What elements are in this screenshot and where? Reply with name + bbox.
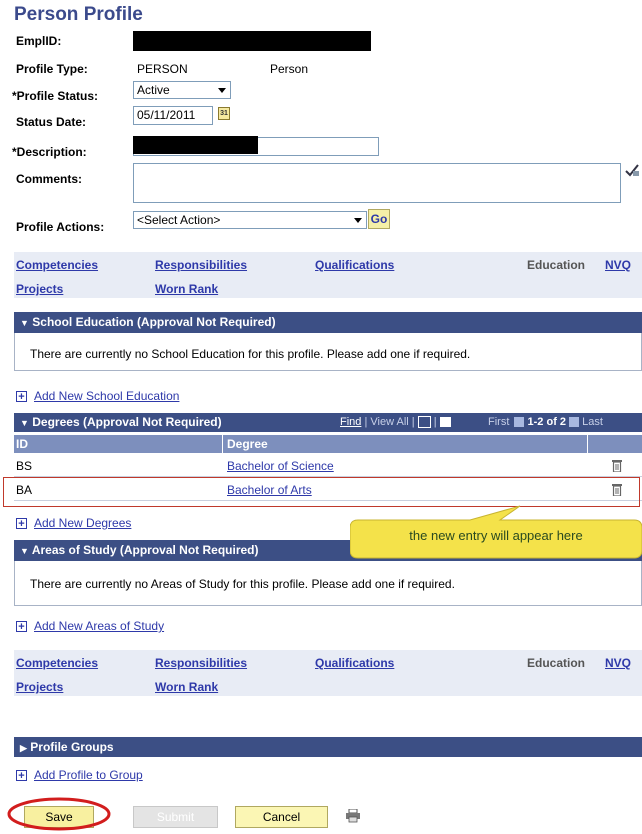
profile-status-select[interactable]: Active: [133, 81, 231, 99]
profile-groups-header[interactable]: ▶ Profile Groups: [14, 737, 642, 757]
profile-actions-label: Profile Actions:: [16, 220, 105, 234]
view-all-link[interactable]: View All: [370, 416, 408, 428]
download-icon[interactable]: [417, 416, 431, 429]
degrees-column-header: [14, 435, 642, 453]
add-degrees-link[interactable]: Add New Degrees: [34, 516, 131, 530]
range-text: 1-2 of 2: [527, 416, 567, 428]
profile-actions-value: <Select Action>: [137, 213, 221, 227]
profile-type-code: PERSON: [137, 62, 188, 76]
link-qualifications[interactable]: Qualifications: [315, 258, 394, 272]
add-icon[interactable]: +: [16, 518, 27, 530]
description-label: *Description:: [12, 145, 87, 159]
submit-button[interactable]: Submit: [133, 806, 218, 828]
emplid-label: EmplID:: [16, 34, 62, 48]
school-education-title: School Education (Approval Not Required): [32, 315, 276, 329]
row-degree-link[interactable]: Bachelor of Science: [227, 455, 334, 477]
link-qualifications[interactable]: Qualifications: [315, 656, 394, 670]
first-link[interactable]: First: [488, 416, 509, 428]
link-nvq[interactable]: NVQ: [605, 656, 631, 670]
calendar-icon[interactable]: 31: [218, 107, 230, 120]
go-button[interactable]: Go: [368, 209, 390, 229]
profile-status-label: *Profile Status:: [12, 89, 99, 103]
status-date-label: Status Date:: [16, 115, 87, 129]
degrees-title: Degrees (Approval Not Required): [32, 415, 222, 429]
collapse-triangle-icon: ▼: [20, 546, 29, 556]
cancel-button[interactable]: Cancel: [235, 806, 328, 828]
column-divider: [222, 435, 223, 453]
collapse-triangle-icon: ▼: [20, 418, 29, 428]
link-worn-rank[interactable]: Worn Rank: [155, 282, 218, 296]
add-icon[interactable]: +: [16, 621, 27, 633]
link-projects[interactable]: Projects: [16, 680, 63, 694]
school-education-message: There are currently no School Education …: [30, 347, 471, 361]
expand-triangle-icon: ▶: [20, 743, 27, 753]
areas-of-study-message: There are currently no Areas of Study fo…: [30, 577, 455, 591]
trash-icon[interactable]: [612, 459, 622, 473]
add-areas-of-study-link[interactable]: Add New Areas of Study: [34, 619, 164, 633]
add-icon[interactable]: +: [16, 391, 27, 403]
comments-textarea[interactable]: [133, 163, 621, 203]
last-link[interactable]: Last: [582, 416, 603, 428]
find-link[interactable]: Find: [340, 416, 361, 428]
profile-groups-title: Profile Groups: [30, 740, 114, 754]
chevron-down-icon: [218, 88, 226, 93]
next-arrow-icon[interactable]: [569, 417, 580, 428]
column-divider: [587, 435, 588, 453]
tab-education-current: Education: [527, 656, 586, 670]
status-date-field[interactable]: 05/11/2011: [133, 106, 213, 125]
add-school-education-link[interactable]: Add New School Education: [34, 389, 179, 403]
previous-arrow-icon[interactable]: [514, 417, 525, 428]
spreadsheet-icon[interactable]: [439, 417, 451, 428]
profile-type-label: Profile Type:: [16, 62, 88, 76]
link-responsibilities[interactable]: Responsibilities: [155, 656, 247, 670]
save-highlight-circle: [7, 797, 111, 831]
print-icon[interactable]: [345, 808, 361, 823]
chevron-down-icon: [354, 218, 362, 223]
grid-pagination: First 1-2 of 2 Last: [488, 416, 603, 428]
collapse-triangle-icon: ▼: [20, 318, 29, 328]
school-education-body: There are currently no School Education …: [14, 333, 642, 371]
link-competencies[interactable]: Competencies: [16, 258, 98, 272]
add-icon[interactable]: +: [16, 770, 27, 782]
profile-actions-select[interactable]: <Select Action>: [133, 211, 367, 229]
emplid-redacted: [133, 31, 371, 51]
description-redacted: [133, 136, 258, 154]
tab-education-current: Education: [527, 258, 586, 272]
school-education-header[interactable]: ▼ School Education (Approval Not Require…: [14, 312, 642, 333]
link-responsibilities[interactable]: Responsibilities: [155, 258, 247, 272]
areas-of-study-title: Areas of Study (Approval Not Required): [31, 543, 259, 557]
link-nvq[interactable]: NVQ: [605, 258, 631, 272]
page-title: Person Profile: [14, 4, 143, 25]
link-worn-rank[interactable]: Worn Rank: [155, 680, 218, 694]
row-id: BS: [16, 459, 33, 473]
profile-status-value: Active: [137, 83, 170, 97]
link-competencies[interactable]: Competencies: [16, 656, 98, 670]
comments-label: Comments:: [16, 172, 83, 186]
add-profile-to-group-link[interactable]: Add Profile to Group: [34, 768, 143, 782]
column-id[interactable]: ID: [16, 435, 28, 453]
grid-nav: Find | View All | |: [340, 416, 451, 429]
callout-text: the new entry will appear here: [409, 528, 583, 543]
column-degree[interactable]: Degree: [227, 435, 268, 453]
spellcheck-icon[interactable]: [624, 162, 640, 178]
profile-type-desc: Person: [270, 62, 309, 76]
link-projects[interactable]: Projects: [16, 282, 63, 296]
